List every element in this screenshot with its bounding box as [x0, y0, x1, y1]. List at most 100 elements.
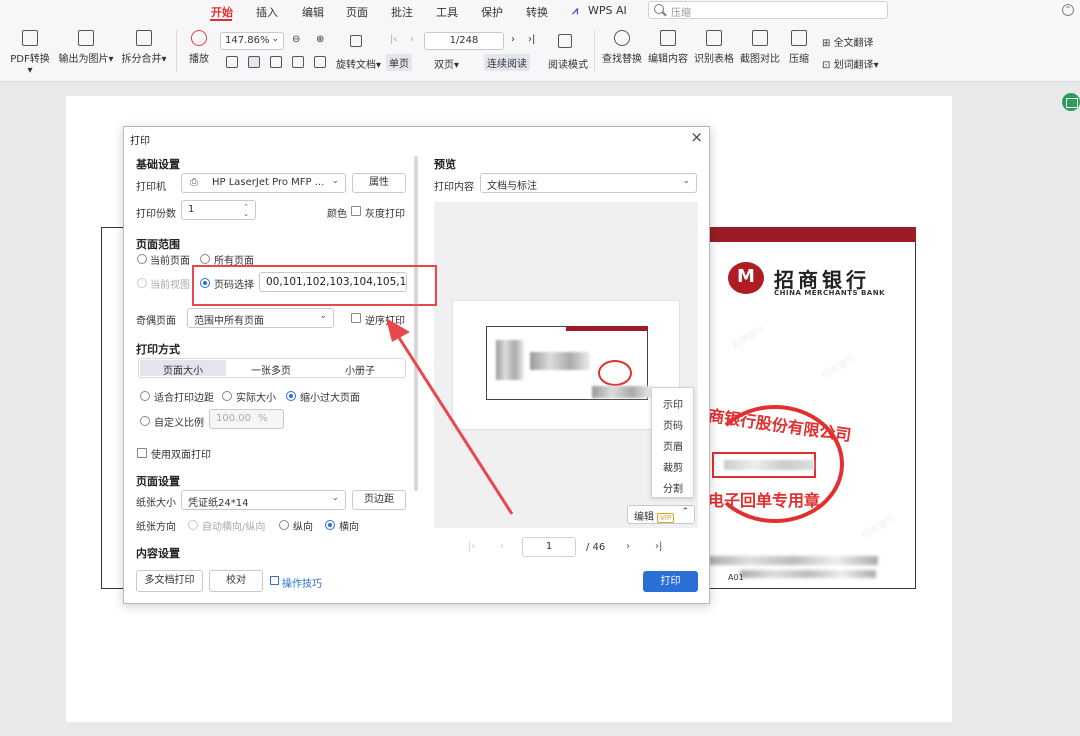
grayscale-checkbox[interactable]: [351, 206, 361, 216]
tab-edit[interactable]: 编辑: [302, 4, 324, 20]
odd-even-select[interactable]: 范围中所有页面 ⌄: [187, 308, 334, 328]
current-page-radio[interactable]: [137, 254, 147, 264]
tab-start[interactable]: 开始: [211, 4, 233, 20]
zoom-value: 147.86%: [225, 35, 270, 46]
multi-doc-print-button[interactable]: 多文档打印: [136, 570, 203, 592]
redacted-text: [530, 352, 590, 370]
print-button[interactable]: 打印: [643, 571, 698, 592]
layout-icon[interactable]: [350, 35, 362, 47]
tab-convert[interactable]: 转换: [526, 4, 548, 20]
first-page-icon[interactable]: |‹: [390, 34, 397, 45]
all-pages-radio[interactable]: [200, 254, 210, 264]
continuous-read-button[interactable]: 连续阅读: [484, 54, 530, 71]
collapse-ribbon-icon[interactable]: ⌃: [1062, 4, 1074, 16]
play-button[interactable]: 播放: [186, 30, 212, 65]
tab-page[interactable]: 页面: [346, 4, 368, 20]
custom-scale-radio[interactable]: [140, 416, 150, 426]
popup-item[interactable]: 页码: [663, 417, 683, 432]
tab-tools[interactable]: 工具: [436, 4, 458, 20]
pdf-convert-button[interactable]: PDF转换▾: [8, 30, 52, 76]
sheet-icon[interactable]: [1062, 93, 1080, 111]
total-pages: / 46: [586, 542, 606, 553]
fit-page-icon[interactable]: [248, 56, 260, 68]
fit-width-icon[interactable]: [226, 56, 238, 68]
search-input[interactable]: 压缩: [648, 1, 888, 19]
margin-button[interactable]: 页边距: [352, 490, 406, 510]
proof-button[interactable]: 校对: [209, 570, 263, 592]
preview-heading: 预览: [434, 158, 456, 171]
find-replace-button[interactable]: 查找替换: [602, 30, 642, 65]
redacted-text: [592, 386, 652, 398]
next-page-icon[interactable]: ›: [511, 34, 515, 45]
split-merge-button[interactable]: 拆分合并▾: [120, 30, 168, 65]
search-icon: [614, 30, 630, 46]
single-page-button[interactable]: 单页: [386, 54, 412, 71]
properties-button[interactable]: 属性: [352, 173, 406, 193]
double-page-button[interactable]: 双页▾: [434, 56, 459, 71]
page-number-input[interactable]: 1/248: [424, 32, 504, 50]
word-translate-button[interactable]: ⊡ 划词翻译▾: [822, 56, 879, 71]
paper-size-select[interactable]: 凭证纸24*14 ⌄: [181, 490, 346, 510]
printer-select[interactable]: ⎙ HP LaserJet Pro MFP ... ⌄: [181, 173, 346, 193]
rotate-doc-button[interactable]: 旋转文档▾: [336, 56, 381, 71]
edit-content-button[interactable]: 编辑内容: [648, 30, 688, 65]
copies-label: 打印份数: [136, 209, 176, 220]
prev-page-icon[interactable]: ‹: [410, 34, 414, 45]
tab-annotate[interactable]: 批注: [391, 4, 413, 20]
continuous-read-label: 连续阅读: [487, 59, 527, 70]
screenshot-compare-button[interactable]: 截图对比: [740, 30, 780, 65]
actual-size-icon[interactable]: [270, 56, 282, 68]
preview-page-input[interactable]: 1: [522, 537, 576, 557]
zoom-in-icon[interactable]: ⊕: [316, 34, 324, 45]
first-page-icon[interactable]: |‹: [468, 541, 475, 552]
scale-input[interactable]: 100.00 %: [209, 409, 284, 429]
compress-button[interactable]: 压缩: [786, 30, 812, 65]
popup-item[interactable]: 裁剪: [663, 459, 683, 474]
vip-badge: VIP: [657, 513, 675, 523]
popup-item[interactable]: 示印: [663, 396, 683, 411]
last-page-icon[interactable]: ›|: [528, 34, 535, 45]
close-icon[interactable]: ×: [690, 128, 703, 146]
last-page-icon[interactable]: ›|: [655, 541, 662, 552]
compress-icon: [791, 30, 807, 46]
reading-mode-button[interactable]: 阅读模式: [548, 56, 588, 71]
document-code: A01: [728, 573, 744, 582]
tips-link[interactable]: 操作技巧: [282, 575, 322, 590]
full-translate-button[interactable]: ⊞ 全文翻译: [822, 34, 874, 49]
content-settings-heading: 内容设置: [136, 547, 180, 560]
current-view-radio[interactable]: [137, 278, 147, 288]
tab-insert[interactable]: 插入: [256, 4, 278, 20]
edit-label: 编辑: [634, 512, 654, 523]
prev-page-icon[interactable]: ‹: [500, 541, 504, 552]
tab-multi-page[interactable]: 一张多页: [251, 362, 291, 377]
preview-edit-button[interactable]: 编辑 VIP ⌃: [627, 505, 695, 524]
tab-booklet[interactable]: 小册子: [345, 362, 375, 377]
reverse-checkbox[interactable]: [351, 313, 361, 323]
odd-even-value: 范围中所有页面: [194, 316, 264, 327]
auto-orientation-radio[interactable]: [188, 520, 198, 530]
popup-item[interactable]: 页眉: [663, 438, 683, 453]
recognize-table-button[interactable]: 识别表格: [694, 30, 734, 65]
print-content-select[interactable]: 文档与标注 ⌄: [480, 173, 697, 193]
dialog-scrollbar[interactable]: [414, 156, 418, 491]
rotate-right-icon[interactable]: [314, 56, 326, 68]
shrink-large-radio[interactable]: [286, 391, 296, 401]
tab-wps-ai[interactable]: WPS AI: [588, 4, 627, 17]
fit-margin-radio[interactable]: [140, 391, 150, 401]
popup-item[interactable]: 分割: [663, 480, 683, 495]
export-image-button[interactable]: 输出为图片▾: [58, 30, 114, 65]
landscape-radio[interactable]: [325, 520, 335, 530]
copies-stepper[interactable]: 1 ⌃ ⌄: [181, 200, 256, 220]
print-content-label: 打印内容: [434, 182, 474, 193]
portrait-radio[interactable]: [279, 520, 289, 530]
tab-page-size[interactable]: 页面大小: [163, 362, 203, 377]
rotate-left-icon[interactable]: [292, 56, 304, 68]
zoom-select[interactable]: 147.86% ⌄: [220, 32, 284, 50]
zoom-out-icon[interactable]: ⊖: [292, 34, 300, 45]
actual-size-radio[interactable]: [222, 391, 232, 401]
duplex-checkbox[interactable]: [137, 448, 147, 458]
tab-protect[interactable]: 保护: [481, 4, 503, 20]
book-icon[interactable]: [558, 34, 572, 48]
stepper-arrows-icon: ⌃ ⌄: [243, 203, 249, 218]
next-page-icon[interactable]: ›: [626, 541, 630, 552]
